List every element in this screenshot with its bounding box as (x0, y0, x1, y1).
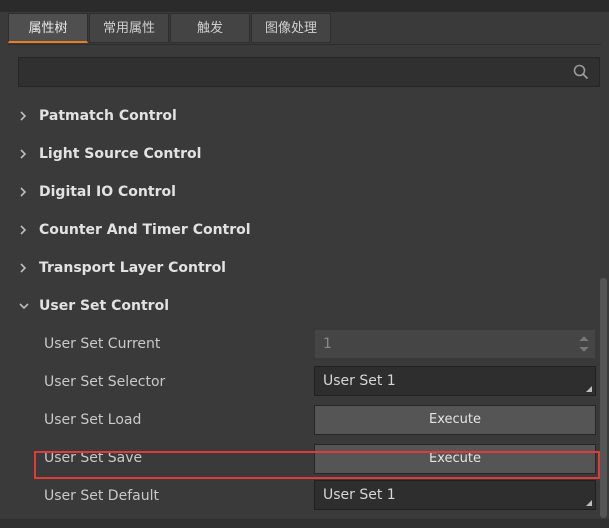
user-set-default-dropdown[interactable]: User Set 1 (314, 480, 596, 510)
prop-label: User Set Selector (44, 374, 166, 390)
section-user-set-control[interactable]: User Set Control (0, 287, 600, 325)
chevron-right-icon (20, 149, 27, 159)
tab-bar: 属性树 常用属性 触发 图像处理 (8, 13, 332, 44)
tab-divider (8, 44, 601, 45)
search-icon[interactable] (573, 64, 589, 80)
spin-arrows-icon[interactable] (579, 333, 589, 355)
user-set-save-execute-button[interactable]: Execute (314, 444, 596, 474)
dropdown-corner-icon (586, 500, 592, 506)
chevron-right-icon (20, 187, 27, 197)
prop-label: User Set Load (44, 412, 142, 428)
chevron-right-icon (20, 263, 27, 273)
chevron-right-icon (20, 225, 27, 235)
section-light-source-control[interactable]: Light Source Control (0, 135, 600, 173)
search-input[interactable] (18, 57, 600, 87)
tab-trigger[interactable]: 触发 (170, 13, 250, 43)
section-label: Transport Layer Control (39, 260, 226, 276)
section-label: Counter And Timer Control (39, 222, 251, 238)
dropdown-value: User Set 1 (323, 373, 396, 389)
tab-property-tree[interactable]: 属性树 (8, 13, 88, 43)
prop-label: User Set Default (44, 488, 159, 504)
vertical-scrollbar[interactable] (600, 278, 607, 518)
prop-label: User Set Save (44, 450, 143, 466)
section-label: Light Source Control (39, 146, 202, 162)
user-set-current-spinbox[interactable]: 1 (314, 329, 596, 359)
chevron-right-icon (20, 111, 27, 121)
section-patmatch-control[interactable]: Patmatch Control (0, 97, 600, 135)
chevron-down-icon (19, 303, 29, 310)
spinbox-value: 1 (323, 336, 332, 352)
prop-label: User Set Current (44, 336, 161, 352)
tab-image-processing[interactable]: 图像处理 (251, 13, 331, 43)
bottom-bar (0, 519, 609, 528)
dropdown-value: User Set 1 (323, 487, 396, 503)
section-counter-timer-control[interactable]: Counter And Timer Control (0, 211, 600, 249)
section-label: User Set Control (39, 298, 169, 314)
tab-common-properties[interactable]: 常用属性 (89, 13, 169, 43)
section-label: Digital IO Control (39, 184, 176, 200)
section-digital-io-control[interactable]: Digital IO Control (0, 173, 600, 211)
user-set-load-execute-button[interactable]: Execute (314, 405, 596, 435)
section-transport-layer-control[interactable]: Transport Layer Control (0, 249, 600, 287)
user-set-selector-dropdown[interactable]: User Set 1 (314, 366, 596, 396)
window-top-strip (0, 0, 609, 12)
dropdown-corner-icon (586, 386, 592, 392)
section-label: Patmatch Control (39, 108, 177, 124)
